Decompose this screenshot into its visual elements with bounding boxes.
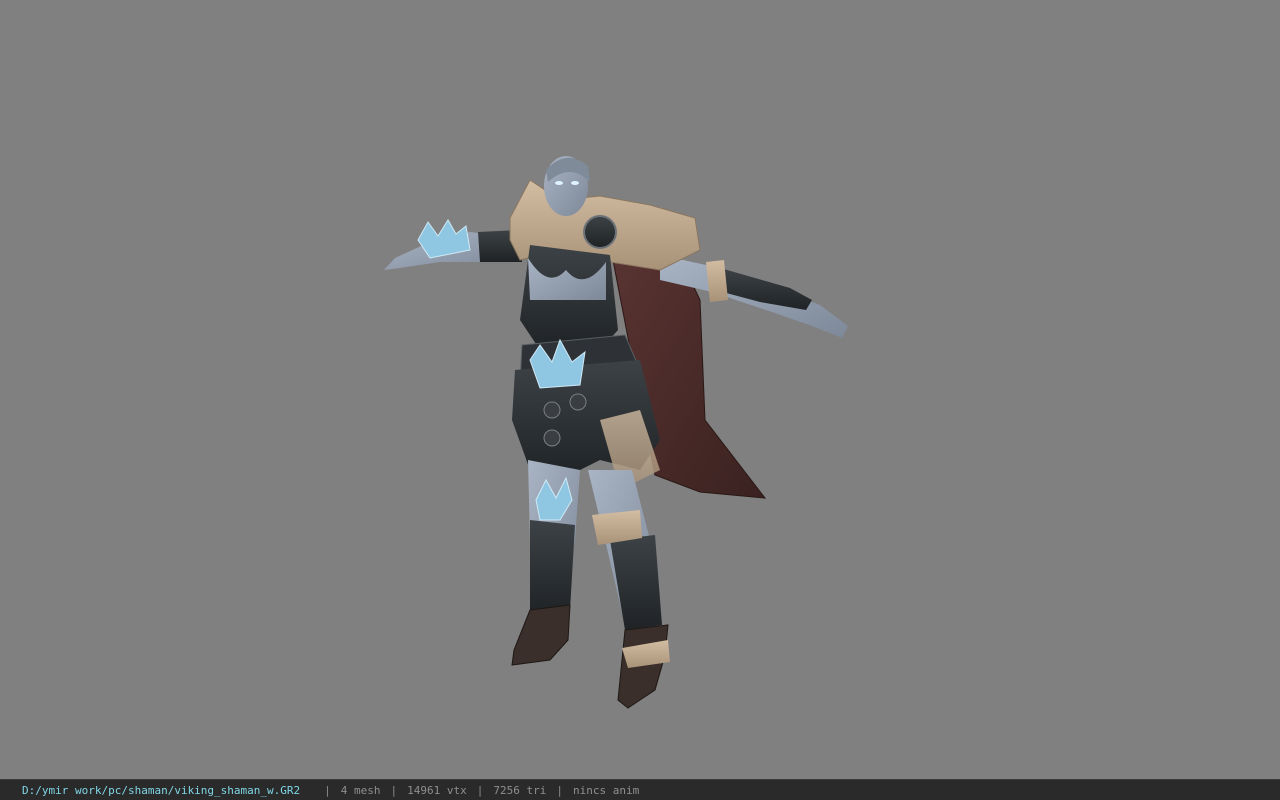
left-boot [511, 604, 571, 666]
separator: | [556, 783, 563, 797]
character-model [384, 156, 848, 709]
vertex-count: 14961 vtx [407, 783, 467, 797]
right-boot [617, 624, 669, 709]
separator: | [476, 783, 484, 797]
animation-status: nincs anim [573, 783, 640, 797]
right-greave [610, 535, 662, 630]
separator: | [390, 783, 398, 797]
triangle-count: 7256 tri [493, 783, 547, 797]
right-fur-cuff [706, 260, 728, 302]
separator: | [324, 783, 331, 797]
status-bar: D:/ymir work/pc/shaman/viking_shaman_w.G… [0, 779, 1280, 800]
file-path: D:/ymir work/pc/shaman/viking_shaman_w.G… [22, 783, 301, 797]
shoulder-ornament [583, 215, 617, 249]
3d-viewport[interactable] [0, 0, 1280, 779]
mesh-count: 4 mesh [340, 783, 381, 797]
left-greave [530, 520, 575, 615]
